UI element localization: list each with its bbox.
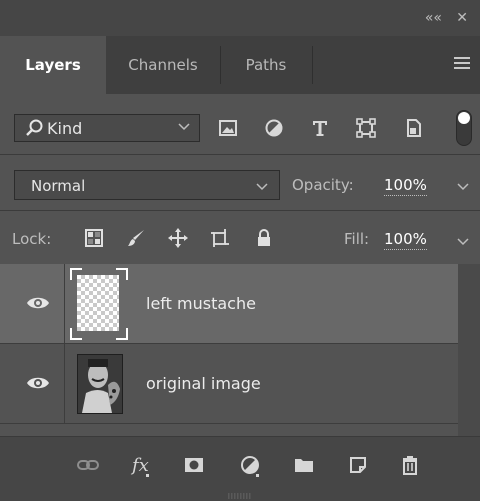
lock-row: Lock: Fill: 100% <box>0 210 480 264</box>
fill-label[interactable]: Fill: <box>344 230 369 248</box>
layer-row[interactable]: left mustache <box>0 264 458 344</box>
panel-menu-icon[interactable] <box>454 54 470 74</box>
lock-position-move-icon[interactable] <box>168 228 188 248</box>
layer-filter-row: Kind <box>0 94 480 154</box>
layer-name[interactable]: original image <box>146 374 261 393</box>
layer-row[interactable]: original image <box>0 344 458 424</box>
tab-paths[interactable]: Paths <box>220 36 312 94</box>
opacity-slider-chevron-icon[interactable] <box>456 179 470 193</box>
filter-kind-label: Kind <box>47 118 83 138</box>
shape-layer-filter-icon[interactable] <box>356 118 376 138</box>
close-panel-icon[interactable]: ✕ <box>456 10 468 26</box>
portrait-photo-image <box>78 355 122 413</box>
svg-text:fx: fx <box>130 455 149 476</box>
transparent-checkerboard-thumbnail <box>77 275 119 331</box>
chevron-down-icon <box>178 123 190 131</box>
selection-bracket <box>70 268 82 280</box>
lock-artboard-icon[interactable] <box>210 228 230 248</box>
selection-bracket <box>116 328 128 340</box>
blend-row: Normal Opacity: 100% <box>0 154 480 210</box>
blend-mode-value: Normal <box>31 177 86 195</box>
panel-tabs: Layers Channels Paths <box>0 36 480 94</box>
opacity-label[interactable]: Opacity: <box>292 176 354 194</box>
fill-input[interactable]: 100% <box>384 230 427 250</box>
new-layer-icon[interactable] <box>346 453 370 477</box>
layers-bottom-toolbar: fx <box>0 436 480 501</box>
tab-layers[interactable]: Layers <box>0 36 106 94</box>
trash-icon[interactable] <box>398 453 422 477</box>
collapse-panel-icon[interactable]: «« <box>425 10 442 26</box>
visibility-eye-icon[interactable] <box>26 374 50 392</box>
type-layer-filter-icon[interactable] <box>310 118 330 138</box>
chevron-down-icon <box>256 183 268 191</box>
filter-toggle-switch[interactable] <box>456 110 472 146</box>
adjustment-layer-filter-icon[interactable] <box>264 118 284 138</box>
layers-list: left mustache original image <box>0 264 458 436</box>
lock-label: Lock: <box>12 230 52 248</box>
selection-bracket <box>70 328 82 340</box>
selection-bracket <box>116 268 128 280</box>
photo-thumbnail[interactable] <box>77 354 123 414</box>
layer-name[interactable]: left mustache <box>146 294 256 313</box>
pixel-layer-filter-icon[interactable] <box>218 118 238 138</box>
tab-divider <box>312 46 313 84</box>
fill-slider-chevron-icon[interactable] <box>456 234 470 248</box>
lock-transparent-pixels-icon[interactable] <box>84 228 104 248</box>
filter-kind-dropdown[interactable]: Kind <box>14 114 200 142</box>
layer-thumbnail[interactable] <box>70 268 128 340</box>
panel-resize-grip[interactable] <box>228 493 252 499</box>
adjustment-layer-icon[interactable] <box>238 453 262 477</box>
fx-icon[interactable]: fx <box>130 453 154 477</box>
lock-image-pixels-brush-icon[interactable] <box>126 228 146 248</box>
visibility-eye-icon[interactable] <box>26 294 50 312</box>
smart-object-filter-icon[interactable] <box>404 118 424 138</box>
layer-mask-icon[interactable] <box>182 453 206 477</box>
tab-channels[interactable]: Channels <box>106 36 220 94</box>
link-layers-icon[interactable] <box>76 453 100 477</box>
search-icon <box>26 119 43 136</box>
group-folder-icon[interactable] <box>292 453 316 477</box>
column-divider <box>64 264 65 344</box>
toggle-knob <box>458 112 470 124</box>
row-divider <box>0 423 458 424</box>
blend-mode-dropdown[interactable]: Normal <box>14 170 280 200</box>
column-divider <box>64 344 65 424</box>
panel-title-bar: «« ✕ <box>0 0 480 36</box>
layers-scrollbar[interactable] <box>458 264 480 436</box>
layers-panel: «« ✕ Layers Channels Paths Kind Normal O… <box>0 0 480 501</box>
lock-all-icon[interactable] <box>254 228 274 248</box>
opacity-input[interactable]: 100% <box>384 176 427 196</box>
